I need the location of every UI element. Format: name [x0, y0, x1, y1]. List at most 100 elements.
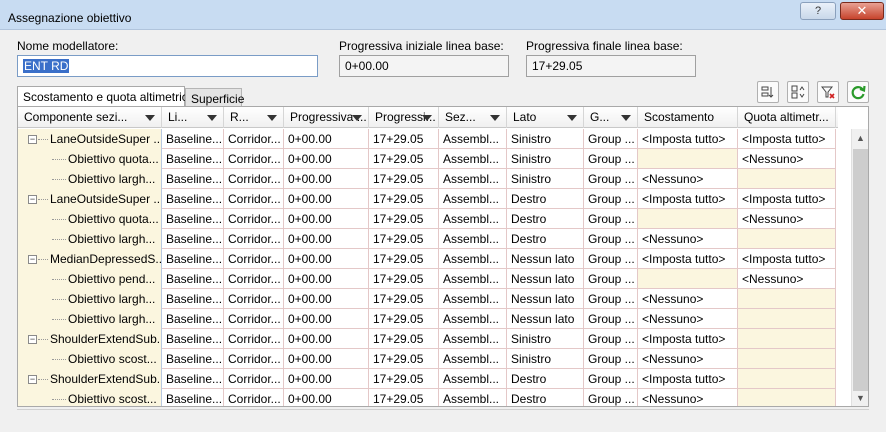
- table-row[interactable]: Obiettivo largh... Baseline... Corridor...…: [18, 229, 838, 249]
- modeler-name-field[interactable]: ENT RD: [17, 55, 318, 77]
- close-button[interactable]: ✕: [840, 2, 884, 20]
- table-row[interactable]: Obiettivo largh... Baseline... Corridor...…: [18, 169, 838, 189]
- grid-cell[interactable]: Corridor...: [224, 349, 284, 369]
- grid-cell[interactable]: 0+00.00: [284, 249, 369, 269]
- grid-cell[interactable]: Corridor...: [224, 269, 284, 289]
- clear-filter-button[interactable]: [817, 81, 839, 103]
- grid-cell[interactable]: <Imposta tutto>: [738, 129, 836, 149]
- grid-cell[interactable]: Corridor...: [224, 289, 284, 309]
- grid-cell[interactable]: 0+00.00: [284, 209, 369, 229]
- grid-cell[interactable]: Baseline...: [162, 169, 224, 189]
- grid-cell[interactable]: Nessun lato: [507, 309, 584, 329]
- collapse-icon[interactable]: −: [28, 135, 37, 144]
- grid-cell[interactable]: <Nessuno>: [638, 289, 738, 309]
- tree-cell[interactable]: Obiettivo largh...: [18, 169, 162, 189]
- grid-cell[interactable]: Assembl...: [439, 129, 507, 149]
- grid-cell[interactable]: Nessun lato: [507, 269, 584, 289]
- grid-cell[interactable]: Sinistro: [507, 169, 584, 189]
- grid-cell[interactable]: Corridor...: [224, 389, 284, 406]
- table-row[interactable]: Obiettivo quota... Baseline... Corridor...…: [18, 149, 838, 169]
- tree-cell[interactable]: Obiettivo scost...: [18, 389, 162, 406]
- table-row[interactable]: − ShoulderExtendSub... Baseline... Corridor…: [18, 369, 838, 389]
- tree-cell[interactable]: Obiettivo pend...: [18, 269, 162, 289]
- grid-cell[interactable]: Group ...: [584, 229, 638, 249]
- column-header-4[interactable]: Progressi...: [369, 107, 439, 128]
- grid-cell[interactable]: 17+29.05: [369, 249, 439, 269]
- table-row[interactable]: − ShoulderExtendSub... Baseline... Corridor…: [18, 329, 838, 349]
- tree-cell[interactable]: Obiettivo largh...: [18, 309, 162, 329]
- collapse-icon[interactable]: −: [28, 375, 37, 384]
- grid-cell[interactable]: <Imposta tutto>: [638, 369, 738, 389]
- grid-cell[interactable]: <Imposta tutto>: [638, 329, 738, 349]
- tab-surface[interactable]: Superficie: [185, 88, 244, 106]
- tree-cell[interactable]: Obiettivo scost...: [18, 349, 162, 369]
- grid-cell[interactable]: 0+00.00: [284, 189, 369, 209]
- table-row[interactable]: Obiettivo scost... Baseline... Corridor...…: [18, 389, 838, 406]
- grid-cell[interactable]: Assembl...: [439, 329, 507, 349]
- grid-cell[interactable]: <Nessuno>: [638, 169, 738, 189]
- grid-cell[interactable]: <Nessuno>: [638, 229, 738, 249]
- grid-cell[interactable]: 0+00.00: [284, 169, 369, 189]
- grid-cell[interactable]: Group ...: [584, 369, 638, 389]
- grid-cell[interactable]: Destro: [507, 369, 584, 389]
- refresh-button[interactable]: [847, 81, 869, 103]
- grid-cell[interactable]: Sinistro: [507, 129, 584, 149]
- table-row[interactable]: Obiettivo pend... Baseline... Corridor... 0…: [18, 269, 838, 289]
- grid-cell[interactable]: Group ...: [584, 389, 638, 406]
- grid-cell[interactable]: Assembl...: [439, 149, 507, 169]
- grid-cell[interactable]: <Imposta tutto>: [638, 249, 738, 269]
- sort-button[interactable]: [757, 81, 779, 103]
- column-header-2[interactable]: R...: [224, 107, 284, 128]
- chevron-down-icon[interactable]: [207, 115, 217, 121]
- grid-cell[interactable]: Destro: [507, 389, 584, 406]
- grid-cell[interactable]: Group ...: [584, 269, 638, 289]
- grid-cell[interactable]: Group ...: [584, 329, 638, 349]
- collapse-icon[interactable]: −: [28, 335, 37, 344]
- table-row[interactable]: − LaneOutsideSuper ... Baseline... Corridor…: [18, 189, 838, 209]
- grid-cell[interactable]: [738, 169, 836, 189]
- grid-cell[interactable]: Assembl...: [439, 229, 507, 249]
- grid-cell[interactable]: 0+00.00: [284, 369, 369, 389]
- grid-cell[interactable]: Corridor...: [224, 229, 284, 249]
- grid-cell[interactable]: 0+00.00: [284, 129, 369, 149]
- grid-cell[interactable]: [738, 289, 836, 309]
- grid-cell[interactable]: Corridor...: [224, 189, 284, 209]
- grid-cell[interactable]: Group ...: [584, 249, 638, 269]
- grid-cell[interactable]: 17+29.05: [369, 209, 439, 229]
- collapse-icon[interactable]: −: [28, 255, 37, 264]
- grid-cell[interactable]: Group ...: [584, 189, 638, 209]
- column-header-9[interactable]: Quota altimetr...: [738, 107, 836, 128]
- grid-cell[interactable]: Sinistro: [507, 329, 584, 349]
- chevron-down-icon[interactable]: [567, 115, 577, 121]
- grid-cell[interactable]: Assembl...: [439, 169, 507, 189]
- grid-cell[interactable]: Assembl...: [439, 349, 507, 369]
- tree-cell[interactable]: − MedianDepressedS...: [18, 249, 162, 269]
- chevron-down-icon[interactable]: [422, 115, 432, 121]
- grid-cell[interactable]: Baseline...: [162, 149, 224, 169]
- column-header-5[interactable]: Sez...: [439, 107, 507, 128]
- table-row[interactable]: Obiettivo scost... Baseline... Corridor...…: [18, 349, 838, 369]
- tab-offset-elevation[interactable]: Scostamento e quota altimetrica: [17, 86, 194, 106]
- grid-cell[interactable]: 0+00.00: [284, 229, 369, 249]
- tree-cell[interactable]: − ShoulderExtendSub...: [18, 369, 162, 389]
- table-row[interactable]: Obiettivo largh... Baseline... Corridor...…: [18, 289, 838, 309]
- grid-cell[interactable]: 17+29.05: [369, 189, 439, 209]
- grid-cell[interactable]: 0+00.00: [284, 269, 369, 289]
- table-row[interactable]: Obiettivo largh... Baseline... Corridor...…: [18, 309, 838, 329]
- grid-cell[interactable]: Baseline...: [162, 249, 224, 269]
- grid-cell[interactable]: <Imposta tutto>: [638, 129, 738, 149]
- grid-cell[interactable]: Baseline...: [162, 269, 224, 289]
- grid-cell[interactable]: 17+29.05: [369, 269, 439, 289]
- tree-cell[interactable]: Obiettivo largh...: [18, 229, 162, 249]
- grid-cell[interactable]: Corridor...: [224, 129, 284, 149]
- grid-cell[interactable]: Destro: [507, 209, 584, 229]
- grid-cell[interactable]: Corridor...: [224, 309, 284, 329]
- grid-cell[interactable]: Corridor...: [224, 249, 284, 269]
- grid-cell[interactable]: [738, 389, 836, 406]
- grid-cell[interactable]: <Nessuno>: [738, 209, 836, 229]
- grid-cell[interactable]: 0+00.00: [284, 329, 369, 349]
- grid-cell[interactable]: Group ...: [584, 349, 638, 369]
- grid-cell[interactable]: 0+00.00: [284, 389, 369, 406]
- grid-cell[interactable]: 17+29.05: [369, 369, 439, 389]
- chevron-down-icon[interactable]: [145, 115, 155, 121]
